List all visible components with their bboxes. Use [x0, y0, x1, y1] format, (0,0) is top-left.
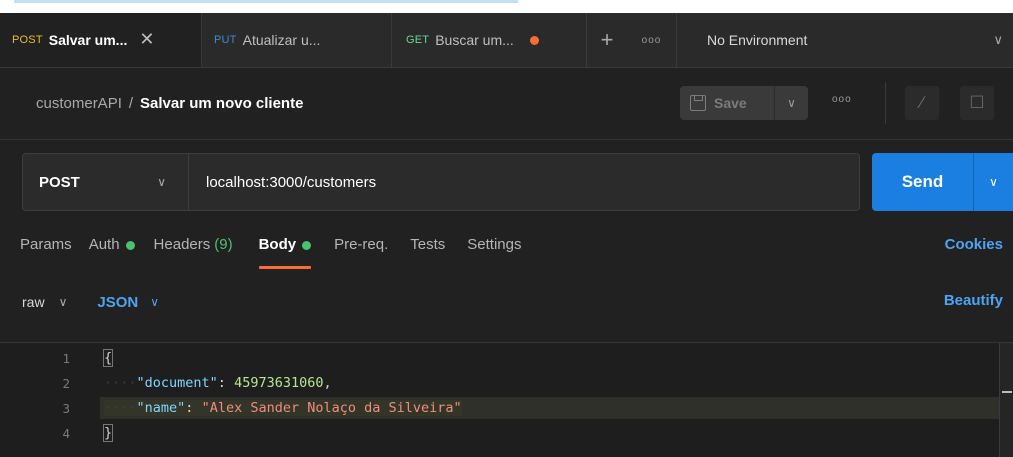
tab-atualizar[interactable]: PUT Atualizar u...: [202, 13, 392, 67]
editor-line: 4 }: [0, 422, 1000, 444]
tab-label: Headers: [153, 236, 211, 253]
chevron-down-icon: ∨: [150, 295, 160, 309]
url-input[interactable]: localhost:3000/customers: [189, 174, 376, 191]
line-code: {: [102, 349, 114, 367]
json-number: 45973631060: [234, 375, 324, 391]
beautify-link[interactable]: Beautify: [944, 292, 1003, 309]
chevron-down-icon: ∨: [58, 295, 68, 309]
pencil-icon[interactable]: ∕: [905, 86, 939, 120]
body-mode-label: raw: [22, 294, 45, 310]
breadcrumb-request-name[interactable]: Salvar um novo cliente: [140, 95, 303, 112]
body-language-label: JSON: [97, 293, 139, 311]
editor-scrollbar[interactable]: [999, 343, 1013, 457]
json-string: "Alex Sander Nolaço da Silveira": [201, 400, 462, 416]
tab-buscar[interactable]: GET Buscar um...: [392, 13, 587, 67]
tabs-bar: POST Salvar um... ✕ PUT Atualizar u... G…: [0, 13, 1013, 68]
breadcrumb-collection[interactable]: customerAPI: [36, 95, 122, 112]
tab-headers[interactable]: Headers (9): [154, 228, 233, 270]
ellipsis-icon[interactable]: ooo: [627, 13, 677, 67]
status-dot-icon: [125, 241, 135, 250]
tab-salvar[interactable]: POST Salvar um... ✕: [0, 13, 202, 67]
tab-prereq[interactable]: Pre-req.: [334, 228, 388, 270]
json-key: "document": [136, 375, 218, 391]
close-icon[interactable]: ✕: [139, 29, 154, 50]
tab-auth[interactable]: Auth: [89, 228, 135, 270]
status-dot-icon: [302, 241, 312, 250]
chevron-down-icon: ∨: [157, 175, 166, 189]
plus-icon[interactable]: +: [587, 13, 627, 67]
save-button[interactable]: Save: [680, 86, 774, 120]
tab-title: Buscar um...: [435, 32, 514, 48]
json-brace: }: [102, 424, 114, 442]
body-language-selector[interactable]: JSON ∨: [97, 294, 159, 311]
tab-title: Salvar um...: [48, 31, 128, 48]
code-editor[interactable]: 1 { 2 ····"document": 45973631060, 3 ···…: [0, 342, 1013, 457]
headers-count: (9): [214, 236, 233, 253]
line-number: 4: [62, 425, 70, 441]
environment-selector[interactable]: No Environment ∨: [677, 13, 1013, 67]
request-tabs: Params Auth Headers (9) Body Pre-req. Tes…: [0, 228, 1013, 270]
line-number: 2: [62, 375, 70, 391]
body-options: raw ∨ JSON ∨ Beautify: [0, 282, 1013, 322]
save-button-group: Save ∨: [680, 86, 808, 120]
send-button[interactable]: Send: [872, 153, 973, 211]
json-colon: :: [185, 400, 202, 416]
line-number: 1: [62, 350, 70, 366]
json-comma: ,: [323, 375, 332, 391]
tab-label: Auth: [88, 236, 120, 253]
line-number: 3: [62, 400, 70, 416]
unsaved-dot-icon: [529, 35, 539, 45]
editor-line-active: 3 ····"name": "Alex Sander Nolaço da Sil…: [0, 397, 1000, 419]
breadcrumb-separator: /: [128, 95, 134, 112]
tab-settings[interactable]: Settings: [467, 228, 521, 270]
divider: [885, 82, 886, 124]
json-colon: :: [217, 375, 235, 391]
body-mode-selector[interactable]: raw ∨: [22, 294, 67, 310]
tab-tests[interactable]: Tests: [410, 228, 445, 270]
method-label: POST: [39, 173, 80, 191]
tab-label: Params: [20, 236, 72, 253]
tab-title: Atualizar u...: [242, 32, 321, 48]
selection-highlight: [14, 0, 518, 3]
tab-method-post: POST: [12, 33, 43, 46]
tab-params[interactable]: Params: [20, 228, 72, 270]
environment-label: No Environment: [707, 32, 808, 48]
tab-label: Tests: [410, 236, 446, 253]
comment-icon[interactable]: ☐: [960, 86, 994, 120]
send-dropdown-chevron-icon[interactable]: ∨: [973, 153, 1013, 211]
line-code: ····"document": 45973631060,: [104, 375, 332, 391]
request-header: customerAPI / Salvar um novo cliente Sav…: [0, 68, 1013, 140]
tab-method-put: PUT: [214, 34, 237, 46]
cookies-link[interactable]: Cookies: [945, 236, 1003, 253]
chevron-down-icon: ∨: [993, 32, 1003, 47]
line-code: ····"name": "Alex Sander Nolaço da Silve…: [104, 400, 462, 416]
ellipsis-icon[interactable]: ooo: [832, 94, 852, 105]
line-code: }: [102, 424, 114, 442]
save-dropdown-chevron-icon[interactable]: ∨: [774, 86, 808, 120]
save-label: Save: [714, 95, 747, 111]
tab-body[interactable]: Body: [258, 228, 312, 270]
save-disk-icon: [690, 95, 706, 111]
top-strip: [0, 0, 1013, 13]
tab-label: Body: [258, 236, 297, 253]
editor-line: 1 {: [0, 347, 1000, 369]
tab-method-get: GET: [406, 34, 430, 46]
method-selector[interactable]: POST ∨: [23, 154, 189, 210]
editor-line: 2 ····"document": 45973631060,: [0, 372, 1000, 394]
send-button-group: Send ∨: [872, 153, 1013, 211]
json-brace: {: [102, 349, 114, 367]
json-key: "name": [136, 400, 186, 416]
scrollbar-thumb[interactable]: [1002, 391, 1012, 393]
tab-label: Pre-req.: [334, 236, 389, 253]
url-bar: POST ∨ localhost:3000/customers: [22, 153, 860, 211]
tab-label: Settings: [467, 236, 522, 253]
